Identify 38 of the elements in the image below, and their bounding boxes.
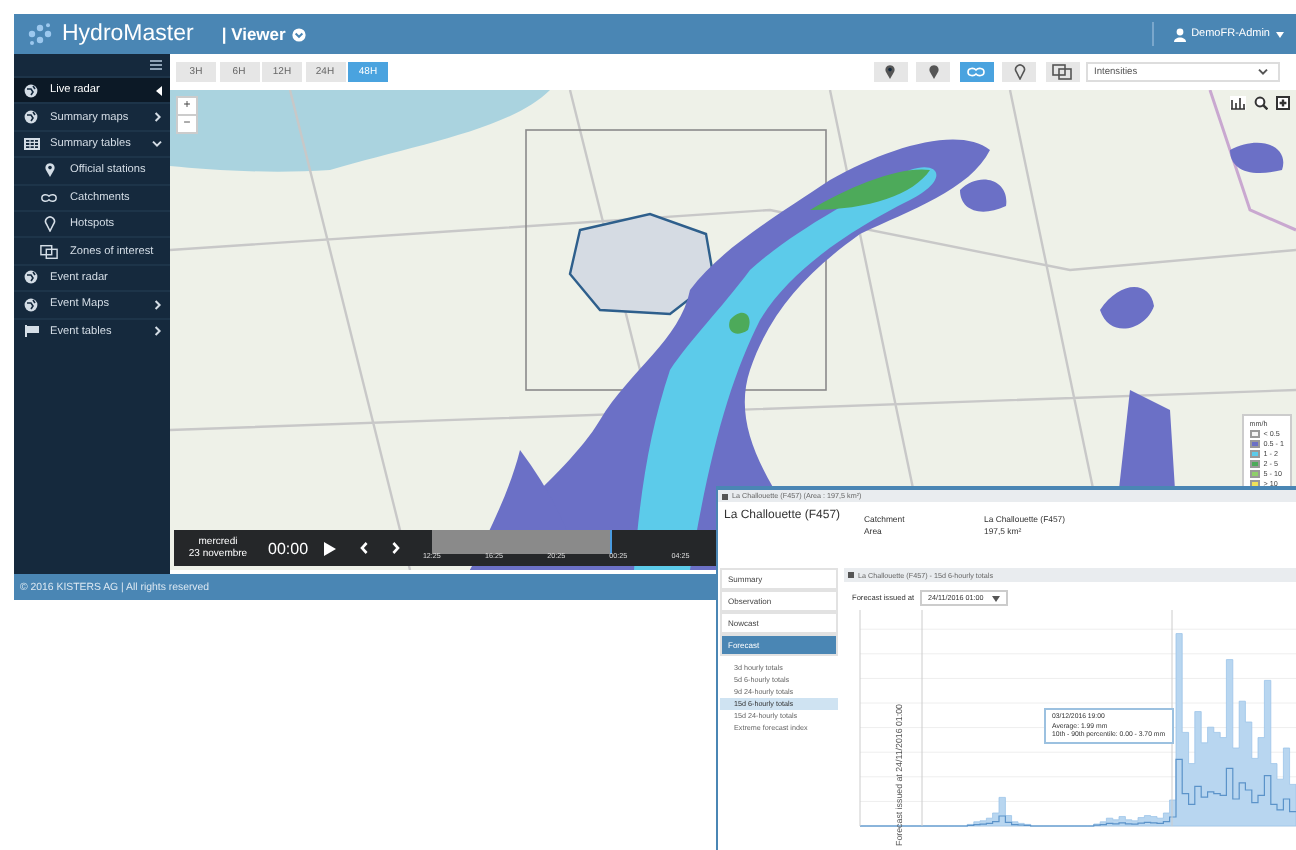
user-icon bbox=[1173, 27, 1186, 41]
logo-icon bbox=[26, 22, 54, 46]
search-icon[interactable] bbox=[1254, 96, 1268, 110]
catchment-icon bbox=[40, 191, 58, 204]
chevron-right-icon[interactable] bbox=[392, 542, 401, 554]
pin-outline-icon bbox=[1013, 64, 1025, 80]
caret-icon bbox=[1276, 31, 1284, 37]
pin-icon bbox=[927, 64, 939, 80]
pin-icon bbox=[43, 162, 55, 179]
globe-icon bbox=[24, 297, 38, 312]
chevron-down-icon bbox=[291, 27, 306, 41]
globe-icon bbox=[24, 110, 38, 125]
expand-icon[interactable] bbox=[1276, 96, 1290, 110]
layer-button[interactable] bbox=[1002, 62, 1036, 82]
zones-icon bbox=[1052, 64, 1072, 80]
play-icon[interactable] bbox=[324, 541, 337, 555]
timeline-time: 00:00 bbox=[268, 539, 309, 557]
table-icon bbox=[23, 137, 39, 150]
chart-icon[interactable] bbox=[1230, 96, 1246, 110]
zones-icon bbox=[40, 243, 58, 260]
menu-icon[interactable] bbox=[150, 60, 162, 70]
pin-icon bbox=[884, 64, 896, 80]
layer-button[interactable] bbox=[873, 62, 907, 82]
globe-icon bbox=[24, 83, 38, 98]
layer-button[interactable] bbox=[1045, 62, 1079, 82]
flag-icon bbox=[23, 324, 39, 339]
globe-icon bbox=[24, 270, 38, 285]
caret-icon bbox=[991, 595, 1000, 601]
window-icon bbox=[848, 572, 854, 578]
app-name: HydroMaster bbox=[62, 22, 194, 46]
selection-pointer-icon bbox=[156, 85, 162, 96]
pin-outline-icon bbox=[43, 216, 55, 233]
viewer-menu[interactable]: | Viewer bbox=[221, 24, 306, 44]
layer-button[interactable] bbox=[916, 62, 950, 82]
window-icon bbox=[722, 493, 728, 499]
chevron-down-icon bbox=[1258, 68, 1268, 76]
chevron-left-icon[interactable] bbox=[360, 542, 369, 554]
catchment-icon bbox=[966, 66, 986, 78]
